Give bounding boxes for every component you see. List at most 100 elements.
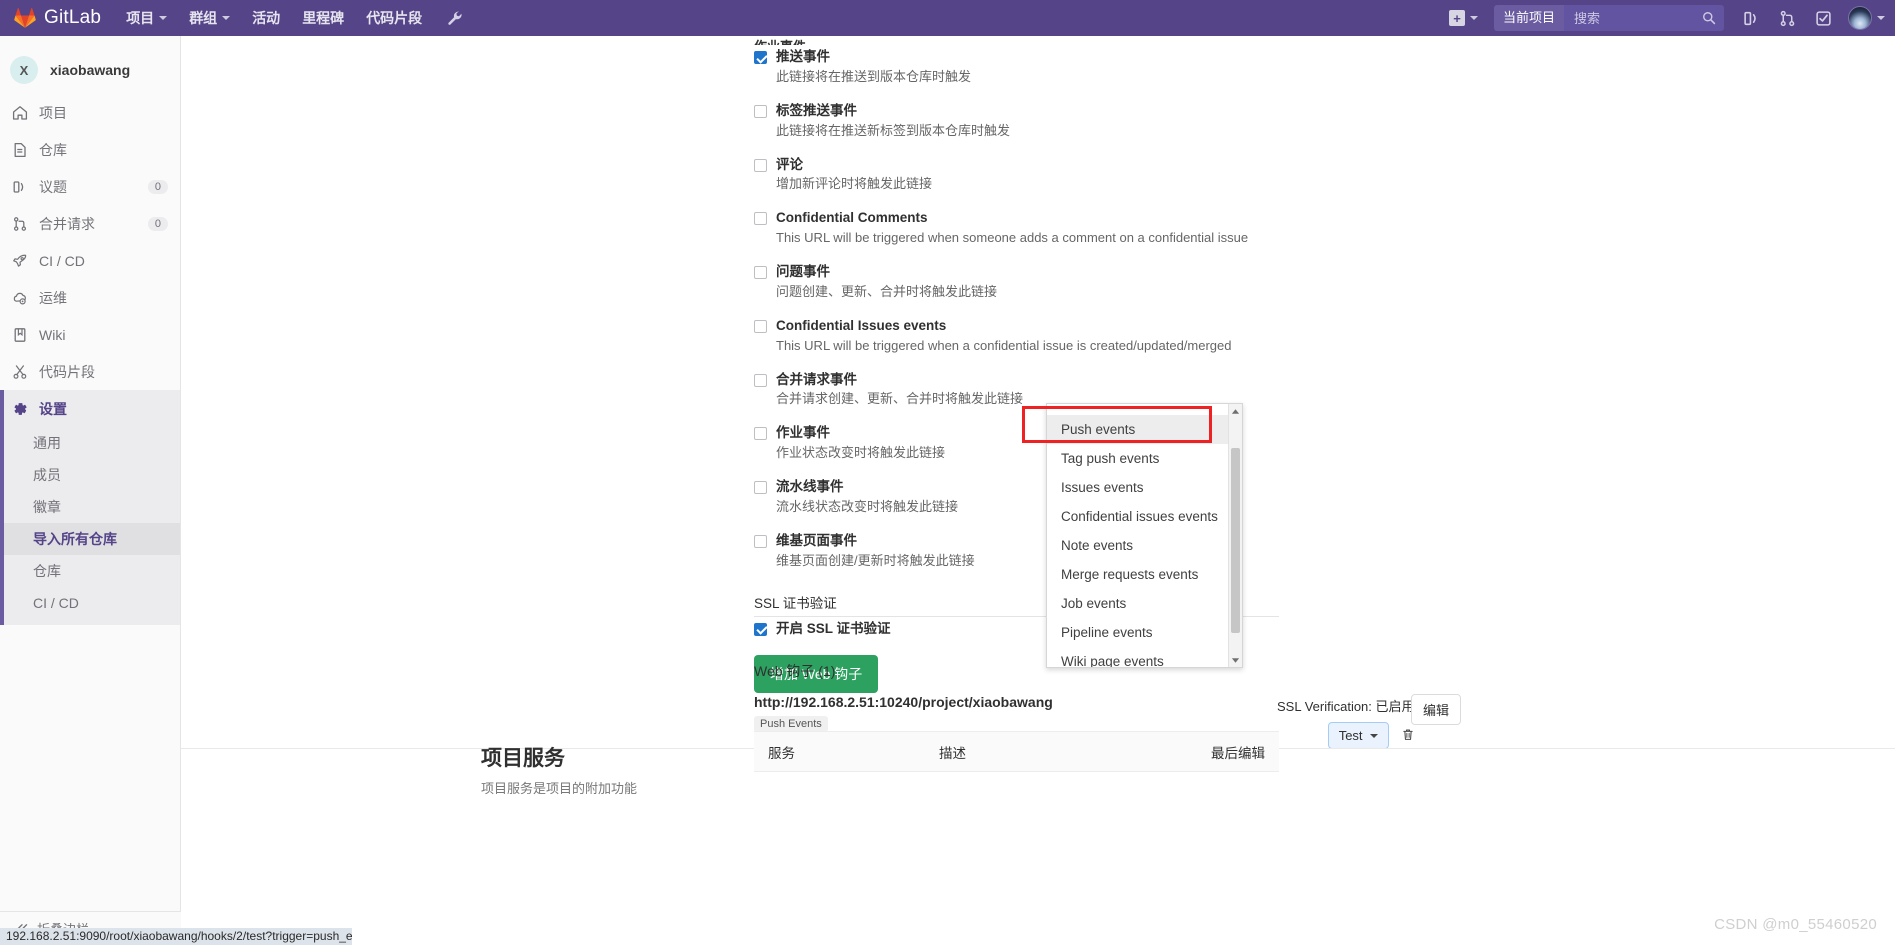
sidebar-item-snippets[interactable]: 代码片段	[0, 353, 180, 390]
dropdown-item-note-events[interactable]: Note events	[1047, 531, 1228, 560]
gitlab-logo-icon	[14, 7, 36, 28]
nav-link-label: 活动	[252, 10, 281, 26]
sidebar-project-header[interactable]: X xiaobawang	[0, 46, 180, 94]
event-title: Confidential Issues events	[776, 317, 947, 333]
dropdown-item-pipeline-events[interactable]: Pipeline events	[1047, 618, 1228, 647]
scissors-icon	[13, 364, 27, 379]
dropdown-item-issues-events[interactable]: Issues events	[1047, 473, 1228, 502]
sidebar-item-ci-cd[interactable]: CI / CD	[0, 242, 180, 279]
nav-links: 项目 群组 活动 里程碑 代码片段	[115, 0, 477, 36]
event-description: 增加新评论时将触发此链接	[776, 176, 933, 192]
sidebar-item-merge-requests[interactable]: 合并请求 0	[0, 205, 180, 242]
dropdown-item-tag-push-events[interactable]: Tag push events	[1047, 444, 1228, 473]
dropdown-item-confidential-issues-events[interactable]: Confidential issues events	[1047, 502, 1228, 531]
search-scope-chip[interactable]: 当前项目	[1493, 5, 1564, 31]
scroll-up-arrow-icon[interactable]	[1229, 404, 1242, 418]
csdn-watermark: CSDN @m0_55460520	[1714, 916, 1877, 933]
wrench-icon	[448, 11, 462, 25]
sidebar-item-badge: 0	[147, 216, 168, 231]
search-field[interactable]	[1564, 5, 1724, 31]
sidebar-subitem-badges[interactable]: 徽章	[0, 491, 180, 523]
search-input[interactable]	[1572, 9, 1682, 27]
nav-link-label: 里程碑	[302, 10, 345, 26]
chevron-down-icon	[222, 16, 231, 20]
sidebar-subitem-members[interactable]: 成员	[0, 459, 180, 491]
webhook-row-actions: SSL Verification: 已启用 Test	[1277, 696, 1415, 749]
dropdown-item-job-events[interactable]: Job events	[1047, 589, 1228, 618]
event-row-push: 推送事件 此链接将在推送到版本仓库时触发	[754, 49, 1279, 86]
ssl-verification-checkbox[interactable]	[754, 622, 767, 636]
services-table-header: 服务 描述 最后编辑	[754, 732, 1279, 772]
nav-link-projects[interactable]: 项目	[115, 0, 178, 36]
confidential-issues-checkbox[interactable]	[754, 319, 767, 333]
sidebar-item-operations[interactable]: 运维	[0, 279, 180, 316]
browser-status-bar: 192.168.2.51:9090/root/xiaobawang/hooks/…	[0, 928, 352, 945]
sidebar-item-project[interactable]: 项目	[0, 94, 180, 131]
sidebar-item-wiki[interactable]: Wiki	[0, 316, 180, 353]
edit-webhook-button[interactable]: 编辑	[1411, 694, 1462, 725]
chevron-down-icon	[159, 16, 168, 20]
dropdown-scrollbar[interactable]	[1228, 404, 1242, 667]
dropdown-top-padding	[1047, 404, 1228, 415]
webhook-action-buttons: Test	[1327, 722, 1415, 749]
sidebar-item-repository[interactable]: 仓库	[0, 131, 180, 168]
sidebar-item-label: 设置	[39, 400, 67, 417]
merge-requests-events-checkbox[interactable]	[754, 373, 767, 387]
event-description: 问题创建、更新、合并时将触发此链接	[776, 283, 998, 299]
left-sidebar: X xiaobawang 项目 仓库 议题 0 合并请求 0 CI / CD 运…	[0, 36, 181, 945]
push-events-checkbox[interactable]	[754, 51, 767, 64]
document-icon	[14, 142, 26, 157]
nav-link-milestones[interactable]: 里程碑	[291, 0, 355, 36]
job-events-checkbox[interactable]	[754, 427, 767, 441]
nav-link-groups[interactable]: 群组	[178, 0, 241, 36]
sidebar-item-settings[interactable]: 设置	[0, 390, 180, 427]
todos-icon	[1815, 10, 1831, 26]
issues-events-checkbox[interactable]	[754, 266, 767, 280]
services-table: 服务 描述 最后编辑	[754, 731, 1279, 772]
sidebar-subitem-repository[interactable]: 仓库	[0, 555, 180, 587]
issues-button[interactable]	[1734, 0, 1768, 36]
avatar	[1848, 6, 1872, 30]
wiki-page-events-checkbox[interactable]	[754, 534, 767, 548]
dropdown-scrollbar-thumb[interactable]	[1231, 448, 1240, 633]
confidential-comments-checkbox[interactable]	[754, 212, 767, 226]
nav-link-activity[interactable]: 活动	[241, 0, 291, 36]
scroll-down-arrow-icon[interactable]	[1229, 653, 1242, 667]
comments-checkbox[interactable]	[754, 158, 767, 172]
search-icon	[1703, 12, 1716, 25]
project-avatar: X	[10, 56, 38, 84]
event-title: 问题事件	[776, 264, 830, 280]
scroll-down-arrow-icon	[1231, 657, 1240, 663]
sidebar-subitem-integrations[interactable]: 导入所有仓库	[0, 523, 180, 555]
cloud-gear-icon	[13, 292, 26, 304]
sidebar-subitem-ci-cd[interactable]: CI / CD	[0, 587, 180, 619]
sidebar-item-issues[interactable]: 议题 0	[0, 168, 180, 205]
trash-icon	[1402, 729, 1413, 740]
delete-webhook-button[interactable]	[1401, 727, 1415, 745]
merge-requests-button[interactable]	[1770, 0, 1804, 36]
chevron-down-icon	[1877, 16, 1885, 20]
dropdown-item-wiki-page-events[interactable]: Wiki page events	[1047, 647, 1228, 667]
sidebar-item-label: 运维	[39, 289, 67, 306]
user-menu-button[interactable]	[1842, 6, 1885, 30]
test-webhook-button[interactable]: Test	[1327, 722, 1389, 749]
gitlab-brand[interactable]: GitLab	[0, 7, 115, 29]
event-title: 标签推送事件	[776, 102, 857, 118]
services-title: 项目服务	[481, 747, 565, 770]
services-col-service: 服务	[768, 745, 795, 761]
sidebar-item-label: 议题	[39, 178, 67, 195]
tag-push-events-checkbox[interactable]	[754, 104, 767, 118]
new-item-button[interactable]: +	[1437, 10, 1486, 26]
event-title: 推送事件	[776, 49, 830, 64]
nav-link-snippets[interactable]: 代码片段	[355, 0, 433, 36]
dropdown-item-merge-requests-events[interactable]: Merge requests events	[1047, 560, 1228, 589]
admin-area-button[interactable]	[433, 10, 477, 26]
merge-request-icon	[1780, 10, 1794, 26]
scroll-up-arrow-icon	[1231, 408, 1240, 414]
sidebar-subitem-general[interactable]: 通用	[0, 427, 180, 459]
pipeline-events-checkbox[interactable]	[754, 481, 767, 495]
todos-button[interactable]	[1806, 0, 1840, 36]
sidebar-item-label: Wiki	[39, 326, 66, 343]
main-content: 作业事件 推送事件 此链接将在推送到版本仓库时触发 标签推送事件 此链接将在推送…	[181, 36, 1895, 945]
dropdown-item-push-events[interactable]: Push events	[1047, 415, 1228, 444]
